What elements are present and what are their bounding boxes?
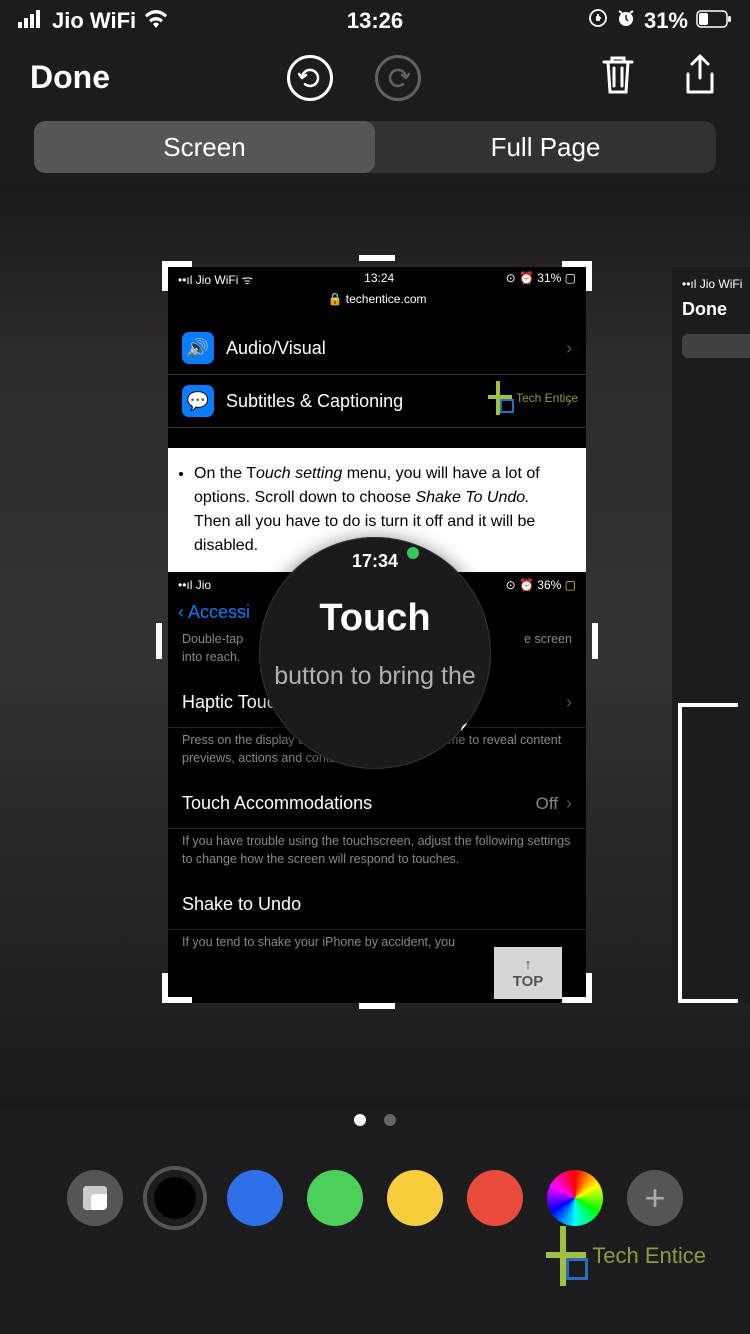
signal-icon	[18, 8, 44, 34]
subtitles-icon: 💬	[182, 385, 214, 417]
tab-full-page[interactable]: Full Page	[375, 121, 716, 173]
accommodations-desc: If you have trouble using the touchscree…	[168, 829, 586, 880]
magnifier-loupe[interactable]: 17:34 Touch button to bring the	[259, 537, 491, 769]
magnifier-subtext: button to bring the	[274, 662, 476, 691]
status-time: 13:26	[347, 8, 403, 34]
carrier-label: Jio WiFi	[52, 8, 136, 34]
markup-canvas[interactable]: ••ıl Jio WiFi ᯤ 13:24 ⊙ ⏰ 31% ▢ 🔒 techen…	[0, 185, 750, 1110]
arrow-up-icon: ↑	[524, 956, 532, 973]
tech-entice-logo-icon	[540, 1226, 586, 1286]
next-done: Done	[682, 299, 750, 320]
crop-handle-bottom[interactable]	[359, 1003, 395, 1009]
next-crop-frame	[678, 703, 738, 1003]
add-tool-button[interactable]: +	[627, 1170, 683, 1226]
undo-button[interactable]	[287, 55, 333, 101]
color-black[interactable]	[147, 1170, 203, 1226]
next-segmented	[682, 334, 750, 358]
chevron-right-icon: ›	[566, 692, 572, 713]
crop-handle-right[interactable]	[592, 623, 598, 659]
color-blue[interactable]	[227, 1170, 283, 1226]
alarm-icon: ⏰	[519, 271, 534, 285]
color-yellow[interactable]	[387, 1170, 443, 1226]
status-right: 31%	[588, 8, 732, 34]
chevron-right-icon: ›	[566, 338, 572, 359]
next-screenshot-preview[interactable]: ••ıl Jio WiFi Done 97	[672, 267, 750, 1003]
watermark-small: Tech Entice	[484, 381, 578, 415]
row-audio-visual: 🔊 Audio/Visual ›	[168, 322, 586, 375]
status-bar: Jio WiFi 13:26 31%	[0, 0, 750, 38]
page-dot-2[interactable]	[384, 1114, 396, 1126]
markup-toolbar: Done	[0, 38, 750, 121]
magnifier-time: 17:34	[352, 551, 398, 572]
redo-button[interactable]	[375, 55, 421, 101]
watermark-overlay: Tech Entice	[540, 1226, 706, 1286]
tab-screen[interactable]: Screen	[34, 121, 375, 173]
magnifier-title: Touch	[319, 597, 430, 640]
audio-visual-icon: 🔊	[182, 332, 214, 364]
chevron-right-icon: ›	[566, 793, 572, 814]
recording-indicator-icon	[407, 547, 419, 559]
row-touch-accommodations: Touch Accommodations Off ›	[168, 779, 586, 829]
crop-handle-tr[interactable]	[586, 261, 592, 291]
crop-handle-left[interactable]	[156, 623, 162, 659]
wifi-icon	[144, 8, 168, 34]
magnifier-resize-handle[interactable]	[461, 723, 477, 739]
lock-rotation-icon	[588, 8, 608, 34]
status-left: Jio WiFi	[18, 8, 168, 34]
lock-rotation-icon: ⊙	[506, 271, 516, 285]
battery-icon	[696, 8, 732, 34]
crop-handle-bl[interactable]	[162, 973, 168, 1003]
inner-url: 🔒 techentice.com	[168, 292, 586, 312]
crop-handle-br[interactable]	[586, 973, 592, 1003]
done-button[interactable]: Done	[30, 59, 110, 96]
inner-time: 13:24	[364, 271, 394, 288]
next-carrier: ••ıl Jio WiFi	[682, 277, 750, 291]
color-red[interactable]	[467, 1170, 523, 1226]
crop-handle-tl[interactable]	[162, 261, 168, 291]
signal-icon: ••ıl	[178, 273, 192, 287]
page-dot-1[interactable]	[354, 1114, 366, 1126]
battery-icon: ▢	[565, 271, 576, 285]
view-segmented-control: Screen Full Page	[0, 121, 750, 185]
trash-button[interactable]	[598, 54, 638, 101]
share-button[interactable]	[680, 54, 720, 101]
color-picker[interactable]	[547, 1170, 603, 1226]
scroll-to-top-button: ↑ TOP	[494, 947, 562, 999]
inner-status-bar: ••ıl Jio WiFi ᯤ 13:24 ⊙ ⏰ 31% ▢	[168, 267, 586, 292]
crop-handle-top[interactable]	[359, 255, 395, 261]
color-green[interactable]	[307, 1170, 363, 1226]
alarm-icon	[616, 8, 636, 34]
wifi-icon: ᯤ	[242, 273, 253, 287]
row-shake-to-undo: Shake to Undo	[168, 880, 586, 930]
battery-label: 31%	[644, 8, 688, 34]
opacity-tool[interactable]	[67, 1170, 123, 1226]
